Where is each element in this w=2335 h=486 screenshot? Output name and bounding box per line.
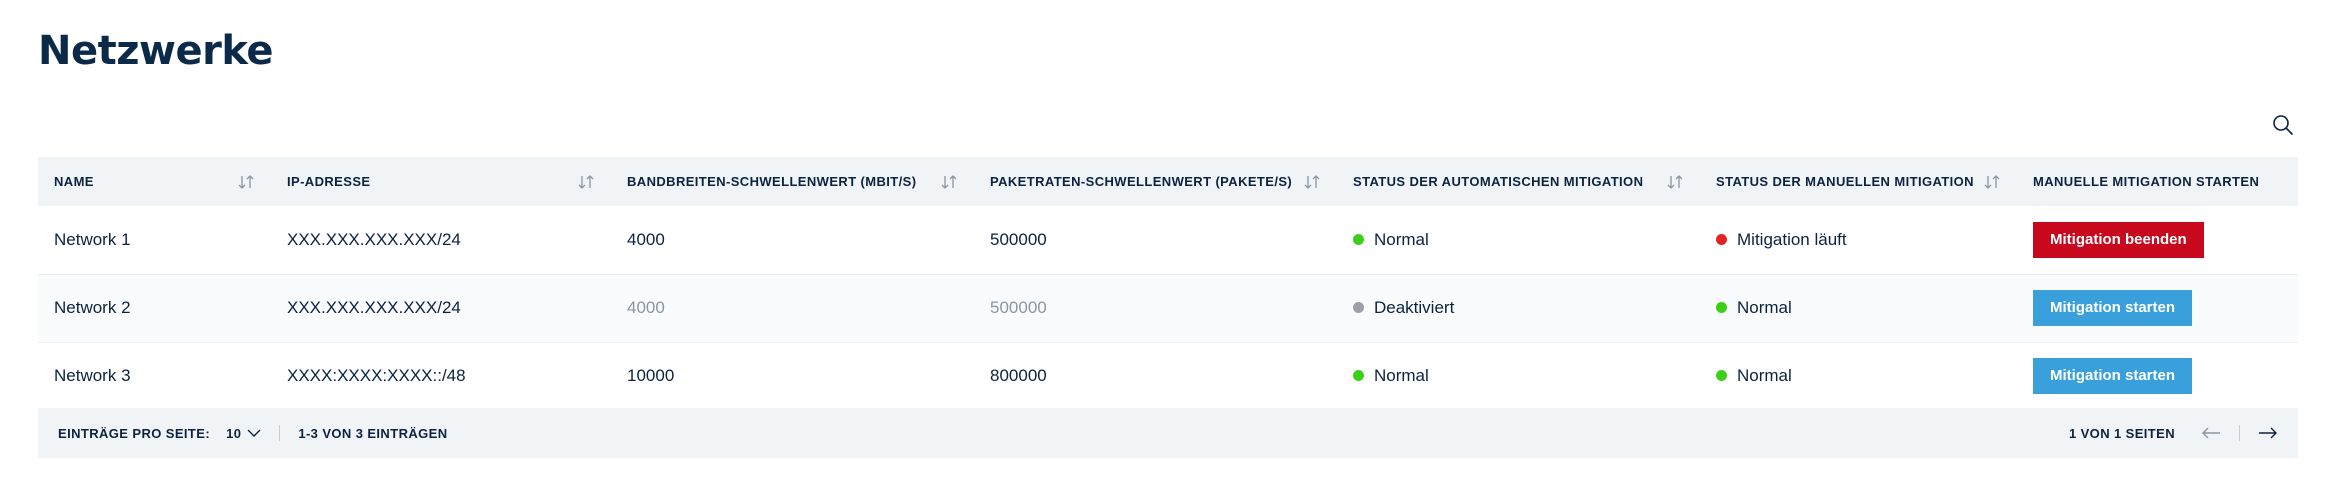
column-header-label: IP-ADRESSE (287, 174, 371, 189)
status-dot-green (1353, 234, 1364, 245)
status-text: Normal (1737, 297, 1792, 317)
status-dot-green (1716, 370, 1727, 382)
action-cell: Mitigation starten (2017, 274, 2298, 342)
page-title: Netzwerke (38, 28, 273, 74)
search-icon (2273, 115, 2293, 135)
start-mitigation-button[interactable]: Mitigation starten (2033, 358, 2193, 394)
start-mitigation-button[interactable]: Mitigation starten (2033, 290, 2193, 326)
sort-icon[interactable] (940, 174, 958, 190)
column-header-label: MANUELLE MITIGATION STARTEN (2033, 174, 2260, 189)
networks-table: NAME IP-ADRESSE BANDBREITEN-SCHWELLENWER… (38, 157, 2298, 411)
sort-icon[interactable] (1666, 174, 1684, 190)
sort-icon[interactable] (237, 174, 255, 190)
divider (2239, 425, 2240, 441)
entries-range: 1-3 VON 3 EINTRÄGEN (298, 425, 448, 441)
arrow-right-icon (2259, 427, 2277, 439)
manual-mitigation-status: Normal (1700, 342, 2017, 410)
network-name: Network 2 (54, 298, 131, 317)
column-header-label: STATUS DER AUTOMATISCHEN MITIGATION (1353, 174, 1644, 189)
table-header-row: NAME IP-ADRESSE BANDBREITEN-SCHWELLENWER… (38, 157, 2298, 206)
column-header-label: NAME (54, 174, 94, 189)
search-button[interactable] (2268, 110, 2298, 140)
sort-icon[interactable] (1983, 174, 2001, 190)
arrow-left-icon (2202, 427, 2220, 439)
networks-table-container: NAME IP-ADRESSE BANDBREITEN-SCHWELLENWER… (38, 157, 2298, 411)
column-header-bandwidth[interactable]: BANDBREITEN-SCHWELLENWERT (MBIT/S) (611, 157, 974, 206)
status-dot-gray (1353, 302, 1364, 314)
table-row: Network 1 XXX.XXX.XXX.XXX/24 4000 500000… (38, 206, 2298, 274)
manual-mitigation-status: Normal (1700, 274, 2017, 342)
column-header-manual-status[interactable]: STATUS DER MANUELLEN MITIGATION (1700, 157, 2017, 206)
status-text: Mitigation läuft (1737, 229, 1847, 249)
action-cell: Mitigation beenden (2017, 206, 2298, 274)
action-cell: Mitigation starten (2017, 342, 2298, 410)
bandwidth-threshold: 10000 (627, 366, 675, 385)
per-page-label: EINTRÄGE PRO SEITE: (58, 425, 211, 441)
sort-icon[interactable] (577, 174, 595, 190)
ip-address: XXX.XXX.XXX.XXX/24 (287, 298, 461, 317)
ip-address: XXXX:XXXX:XXXX::/48 (287, 366, 466, 385)
table-row: Network 2 XXX.XXX.XXX.XXX/24 4000 500000… (38, 274, 2298, 342)
per-page-value: 10 (226, 425, 242, 441)
packetrate-threshold: 800000 (990, 366, 1047, 385)
network-name: Network 3 (54, 366, 131, 385)
status-text: Deaktiviert (1374, 297, 1455, 317)
status-dot-green (1716, 302, 1727, 314)
status-text: Normal (1374, 229, 1429, 249)
column-header-auto-status[interactable]: STATUS DER AUTOMATISCHEN MITIGATION (1337, 157, 1700, 206)
column-header-label: PAKETRATEN-SCHWELLENWERT (PAKETE/S) (990, 174, 1293, 189)
auto-mitigation-status: Normal (1337, 206, 1700, 274)
divider (279, 425, 281, 441)
column-header-action: MANUELLE MITIGATION STARTEN (2017, 157, 2298, 206)
bandwidth-threshold: 4000 (627, 298, 665, 317)
auto-mitigation-status: Deaktiviert (1337, 274, 1700, 342)
status-dot-red (1716, 234, 1727, 245)
status-text: Normal (1374, 365, 1429, 385)
column-header-packetrate[interactable]: PAKETRATEN-SCHWELLENWERT (PAKETE/S) (974, 157, 1337, 206)
chevron-down-icon (247, 429, 261, 437)
status-dot-green (1353, 370, 1364, 382)
manual-mitigation-status: Mitigation läuft (1700, 206, 2017, 274)
packetrate-threshold: 500000 (990, 298, 1047, 317)
table-footer: EINTRÄGE PRO SEITE: 10 1-3 VON 3 EINTRÄG… (38, 408, 2298, 458)
packetrate-threshold: 500000 (990, 229, 1047, 249)
column-header-ip[interactable]: IP-ADRESSE (271, 157, 611, 206)
column-header-label: BANDBREITEN-SCHWELLENWERT (MBIT/S) (627, 174, 917, 189)
column-header-label: STATUS DER MANUELLEN MITIGATION (1716, 174, 1974, 189)
sort-icon[interactable] (1303, 174, 1321, 190)
column-header-name[interactable]: NAME (38, 157, 271, 206)
table-row: Network 3 XXXX:XXXX:XXXX::/48 10000 8000… (38, 342, 2298, 410)
prev-page-button[interactable] (2201, 426, 2221, 440)
ip-address: XXX.XXX.XXX.XXX/24 (287, 229, 461, 249)
network-name: Network 1 (54, 229, 131, 249)
status-text: Normal (1737, 365, 1792, 385)
page-info: 1 VON 1 SEITEN (2068, 425, 2175, 441)
next-page-button[interactable] (2258, 426, 2278, 440)
bandwidth-threshold: 4000 (627, 229, 665, 249)
stop-mitigation-button[interactable]: Mitigation beenden (2033, 221, 2204, 258)
auto-mitigation-status: Normal (1337, 342, 1700, 410)
per-page-select[interactable]: 10 (226, 426, 261, 441)
